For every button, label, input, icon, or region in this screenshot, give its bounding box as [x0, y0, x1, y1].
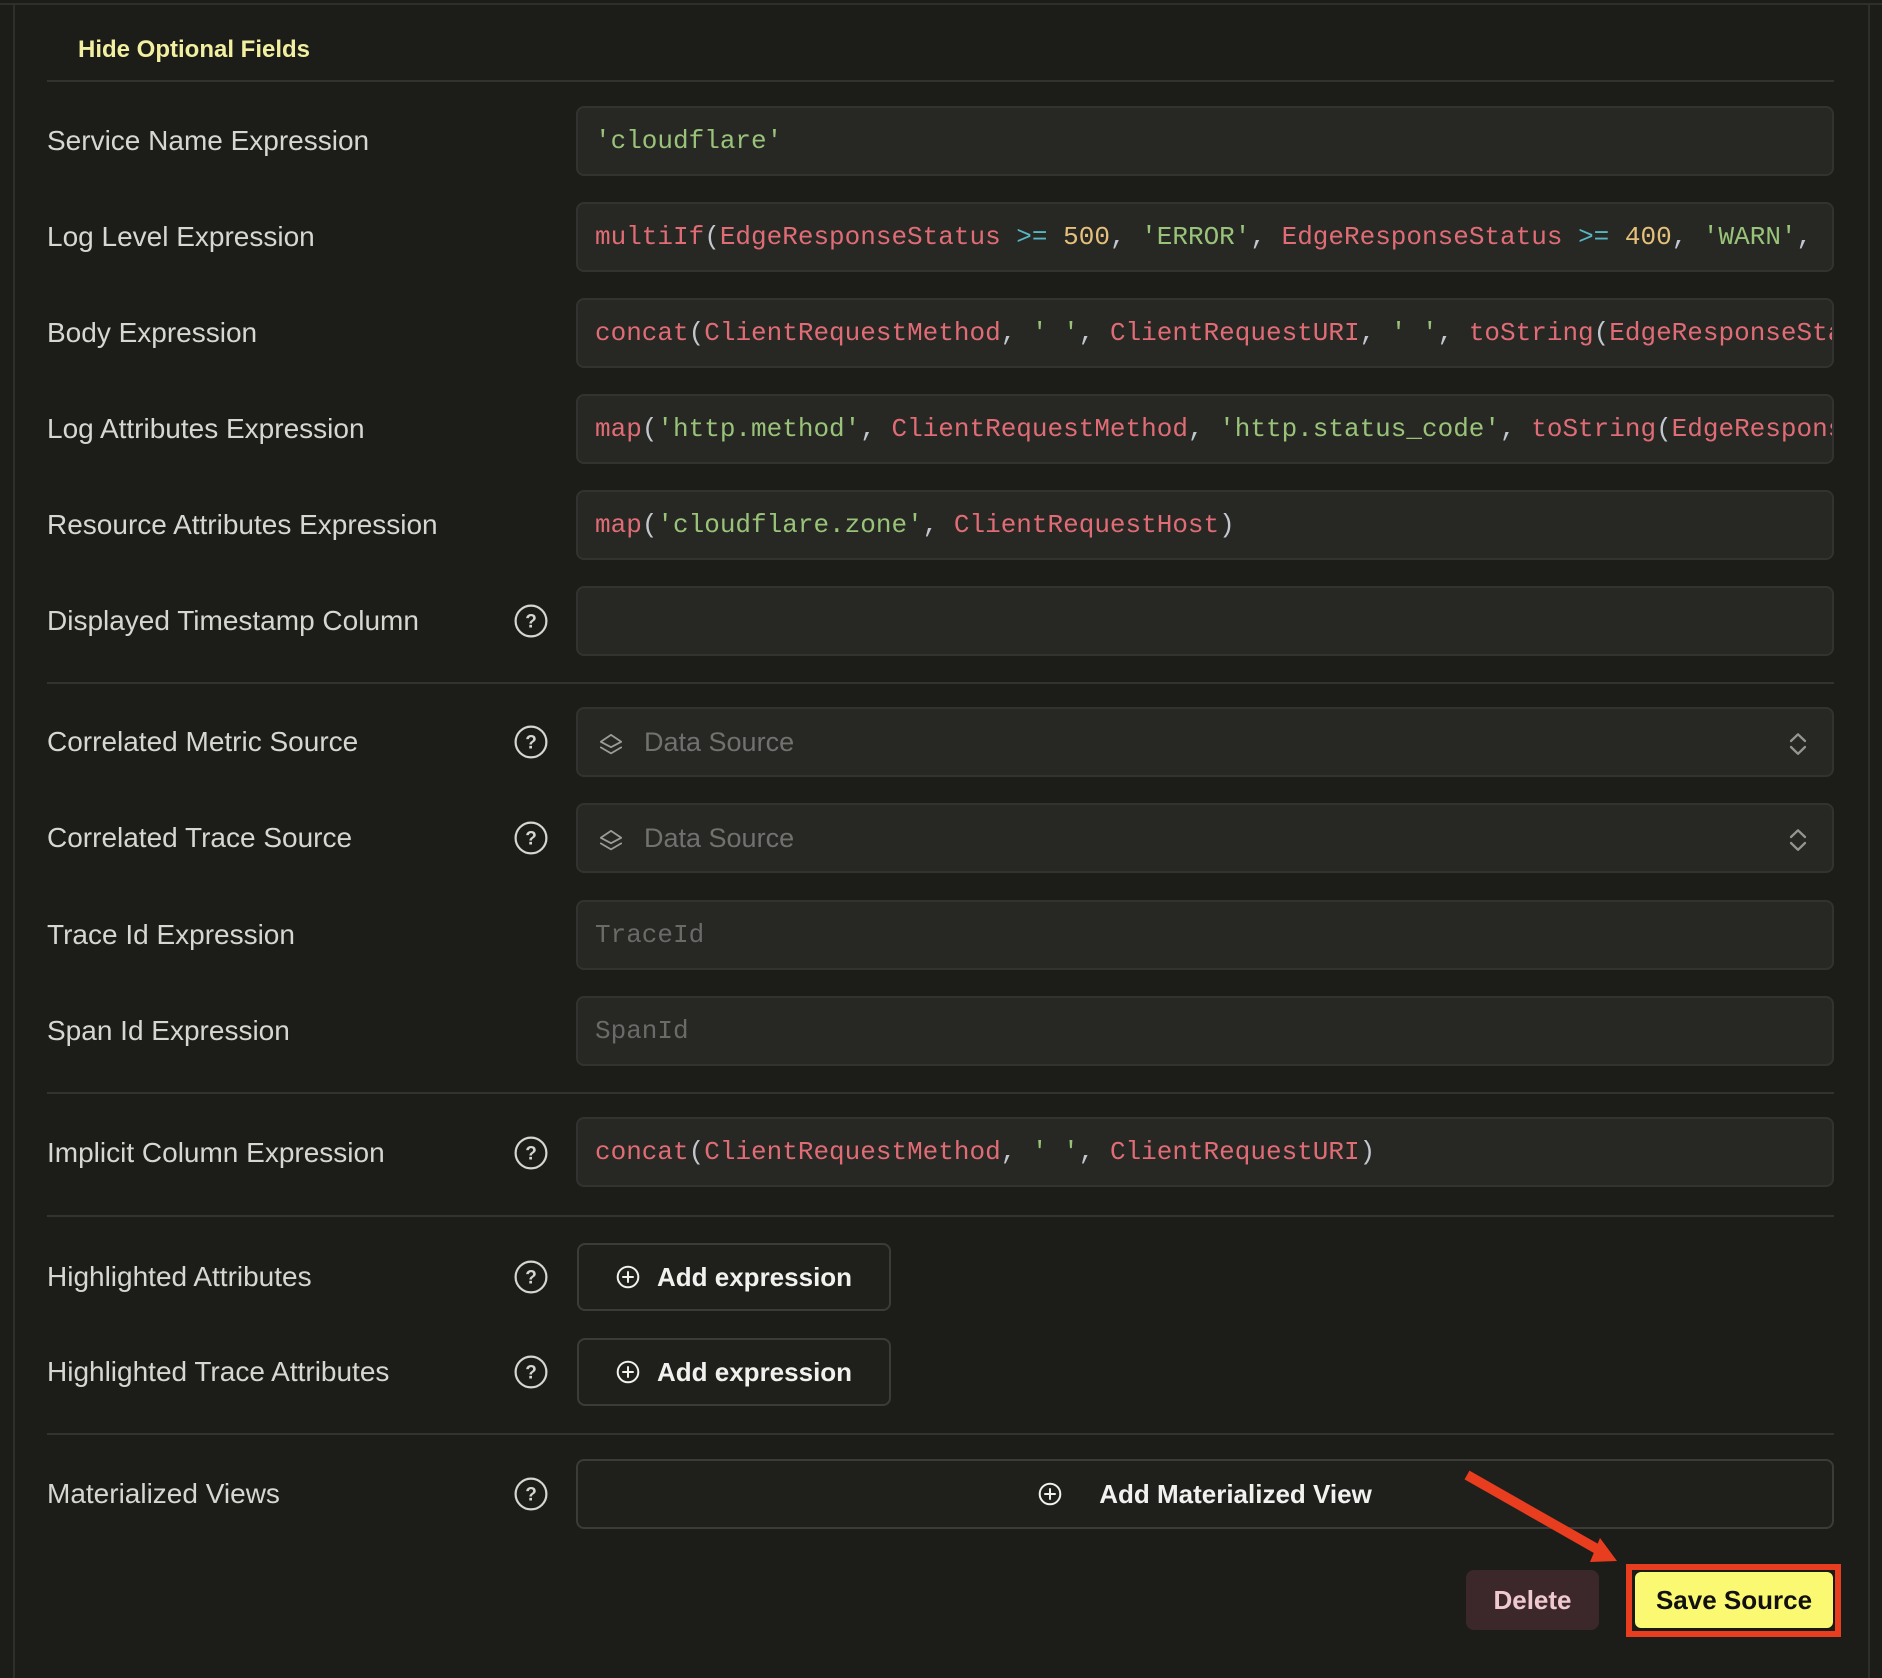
- svg-text:?: ?: [525, 829, 537, 850]
- svg-text:?: ?: [525, 1268, 537, 1289]
- svg-text:?: ?: [525, 733, 537, 754]
- svg-text:?: ?: [525, 1485, 537, 1506]
- svg-text:?: ?: [525, 612, 537, 633]
- svg-text:?: ?: [525, 1363, 537, 1384]
- svg-text:?: ?: [525, 1144, 537, 1165]
